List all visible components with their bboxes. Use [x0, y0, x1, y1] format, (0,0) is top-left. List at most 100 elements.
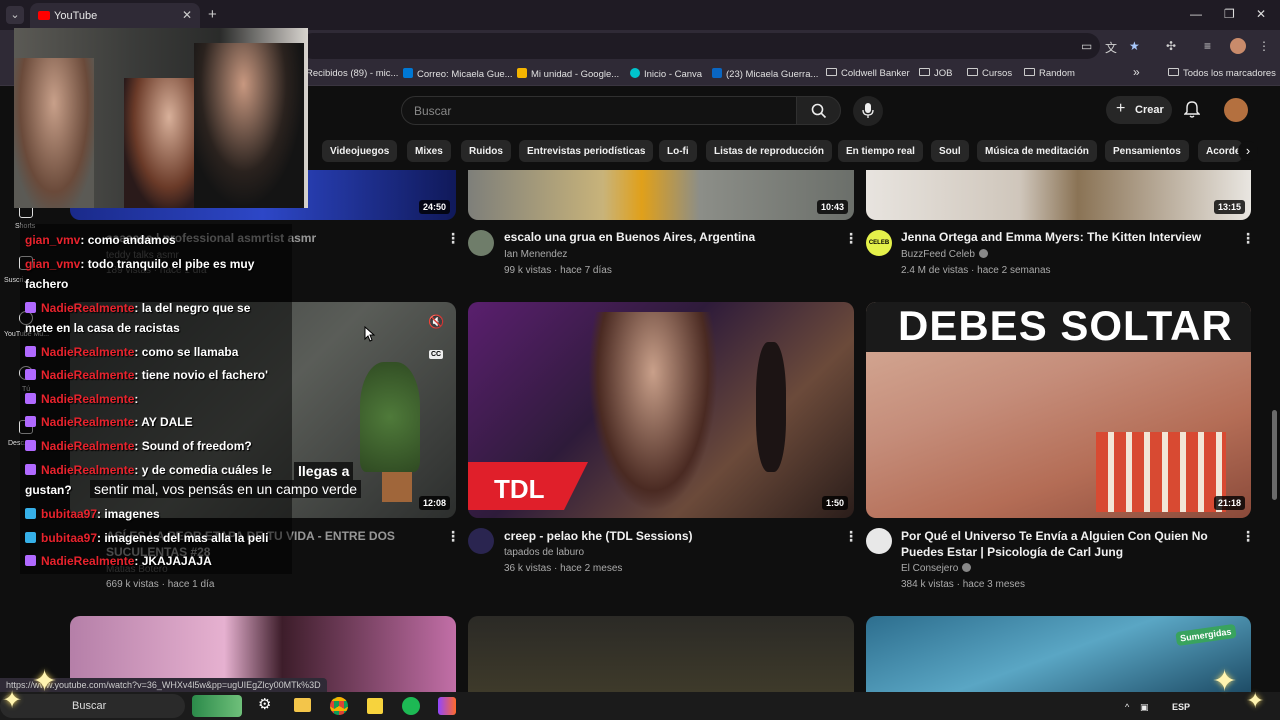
widget-icon[interactable] — [192, 695, 242, 717]
minimize-icon[interactable]: — — [1190, 7, 1202, 21]
filter-chip[interactable]: Videojuegos — [322, 140, 398, 162]
chat-username: NadieRealmente — [41, 415, 135, 429]
bookmark-drive[interactable]: Mi unidad - Google... — [517, 68, 619, 80]
tab-search-icon[interactable]: ⌄ — [6, 6, 24, 24]
video-thumbnail[interactable]: 13:15 — [866, 170, 1251, 220]
chat-message: NadieRealmente: Sound of freedom? — [25, 436, 252, 456]
bookmark-canva[interactable]: Inicio - Canva — [630, 68, 702, 80]
channel-name[interactable]: El Consejero — [901, 563, 972, 574]
search-icon — [811, 103, 827, 119]
filter-chip[interactable]: Listas de reproducción — [706, 140, 833, 162]
verified-icon — [962, 563, 972, 572]
video-thumbnail[interactable]: TDL 1:50 — [468, 302, 854, 518]
menu-kebab-icon[interactable]: ⋮ — [1258, 39, 1270, 53]
more-options-icon[interactable]: ⋮ — [1241, 528, 1255, 545]
tab-close-icon[interactable]: ✕ — [182, 8, 192, 22]
channel-avatar[interactable] — [468, 528, 494, 554]
channel-avatar[interactable] — [468, 230, 494, 256]
video-title[interactable]: escalo una grua en Buenos Aires, Argenti… — [504, 229, 834, 245]
more-options-icon[interactable]: ⋮ — [1241, 230, 1255, 247]
tray-expand-icon[interactable]: ^ — [1125, 702, 1129, 712]
search-input[interactable]: Buscar — [401, 96, 797, 125]
more-options-icon[interactable]: ⋮ — [446, 230, 460, 247]
filter-chip[interactable]: Mixes — [407, 140, 451, 162]
browser-profile-avatar[interactable] — [1230, 38, 1246, 54]
bookmark-folder-random[interactable]: Random — [1024, 68, 1075, 79]
bookmark-all[interactable]: Todos los marcadores — [1168, 68, 1276, 79]
more-options-icon[interactable]: ⋮ — [844, 528, 858, 545]
chrome-icon[interactable] — [330, 697, 348, 715]
chat-username: NadieRealmente — [41, 392, 135, 406]
channel-name[interactable]: tapados de laburo — [504, 547, 584, 558]
chat-text: : AY DALE — [134, 415, 193, 429]
notifications-bell-icon[interactable] — [1184, 101, 1200, 119]
file-explorer-icon[interactable] — [294, 698, 311, 712]
filter-chip[interactable]: Soul — [931, 140, 969, 162]
browser-tab-youtube[interactable]: YouTube ✕ — [30, 3, 200, 30]
twitch-badge-icon — [25, 555, 36, 566]
filter-chip[interactable]: Acorde — [1198, 140, 1242, 162]
channel-avatar[interactable]: CELEB — [866, 230, 892, 256]
app-icon[interactable] — [438, 697, 456, 715]
translate-icon[interactable]: 文 — [1105, 39, 1117, 56]
filter-chip[interactable]: Música de meditación — [977, 140, 1097, 162]
new-tab-button[interactable]: + — [208, 6, 217, 23]
more-options-icon[interactable]: ⋮ — [446, 528, 460, 545]
filter-chip[interactable]: Entrevistas periodísticas — [519, 140, 654, 162]
bookmark-folder-job[interactable]: JOB — [919, 68, 952, 79]
chat-message: fachero — [25, 274, 68, 294]
captions-icon[interactable]: CC — [429, 350, 444, 359]
video-duration: 21:18 — [1213, 496, 1245, 510]
bookmark-outlook[interactable]: Correo: Micaela Gue... — [403, 68, 513, 80]
chat-message: NadieRealmente: — [25, 389, 138, 409]
bookmark-gmail[interactable]: Recibidos (89) - mic... — [306, 68, 398, 79]
video-thumbnail[interactable]: 10:43 — [468, 170, 854, 220]
taskbar-search[interactable]: Buscar — [0, 694, 185, 718]
pot-graphic — [382, 472, 412, 502]
chevron-right-icon[interactable]: › — [1238, 141, 1258, 161]
video-title[interactable]: creep - pelao khe (TDL Sessions) — [504, 528, 834, 544]
media-control-icon[interactable]: ≡ — [1204, 39, 1211, 53]
bookmark-linkedin[interactable]: (23) Micaela Guerra... — [712, 68, 818, 80]
more-options-icon[interactable]: ⋮ — [844, 230, 858, 247]
channel-name[interactable]: BuzzFeed Celeb — [901, 249, 988, 260]
filter-chip[interactable]: Pensamientos — [1105, 140, 1189, 162]
bookmark-folder-coldwell[interactable]: Coldwell Banker — [826, 68, 910, 79]
bookmarks-overflow[interactable]: » — [1133, 65, 1140, 79]
video-thumbnail[interactable]: DEBES SOLTAR 21:18 — [866, 302, 1251, 518]
channel-avatar[interactable] — [866, 528, 892, 554]
close-window-icon[interactable]: ✕ — [1256, 7, 1266, 21]
video-meta: 36 k vistas · hace 2 meses — [504, 563, 623, 574]
account-avatar[interactable] — [1224, 98, 1248, 122]
settings-gear-icon[interactable]: ⚙ — [258, 695, 271, 713]
tray-app-icon[interactable]: ▣ — [1140, 702, 1149, 713]
bookmark-folder-cursos[interactable]: Cursos — [967, 68, 1012, 79]
mute-icon[interactable]: 🔇 — [428, 314, 444, 330]
video-title[interactable]: Jenna Ortega and Emma Myers: The Kitten … — [901, 229, 1231, 245]
chat-message: NadieRealmente: tiene novio el fachero' — [25, 365, 268, 385]
page-scrollbar[interactable] — [1272, 410, 1277, 500]
search-button[interactable] — [796, 96, 841, 125]
voice-search-button[interactable] — [853, 96, 883, 126]
create-button[interactable]: + Crear — [1106, 96, 1172, 124]
filter-chip[interactable]: En tiempo real — [838, 140, 923, 162]
video-thumbnail[interactable] — [468, 616, 854, 692]
video-title[interactable]: Por Qué el Universo Te Envía a Alguien C… — [901, 528, 1231, 560]
filter-chip[interactable]: Ruidos — [461, 140, 511, 162]
video-thumbnail[interactable]: Sumergidas — [866, 616, 1251, 692]
cast-icon[interactable]: ▭ — [1081, 39, 1092, 53]
video-duration: 13:15 — [1213, 200, 1245, 214]
sticky-notes-icon[interactable] — [367, 698, 383, 714]
spotify-icon[interactable] — [402, 697, 420, 715]
bookmark-star-icon[interactable]: ★ — [1129, 39, 1140, 53]
keyboard-language[interactable]: ESP — [1172, 702, 1190, 712]
extensions-icon[interactable]: ✣ — [1166, 39, 1176, 53]
folder-icon — [1024, 68, 1035, 76]
folder-icon — [919, 68, 930, 76]
chat-text: fachero — [25, 277, 69, 291]
chat-username: NadieRealmente — [41, 554, 135, 568]
restore-icon[interactable]: ❐ — [1224, 7, 1235, 21]
channel-name[interactable]: Ian Menendez — [504, 249, 567, 260]
address-bar[interactable] — [300, 33, 1100, 59]
filter-chip[interactable]: Lo-fi — [659, 140, 697, 162]
